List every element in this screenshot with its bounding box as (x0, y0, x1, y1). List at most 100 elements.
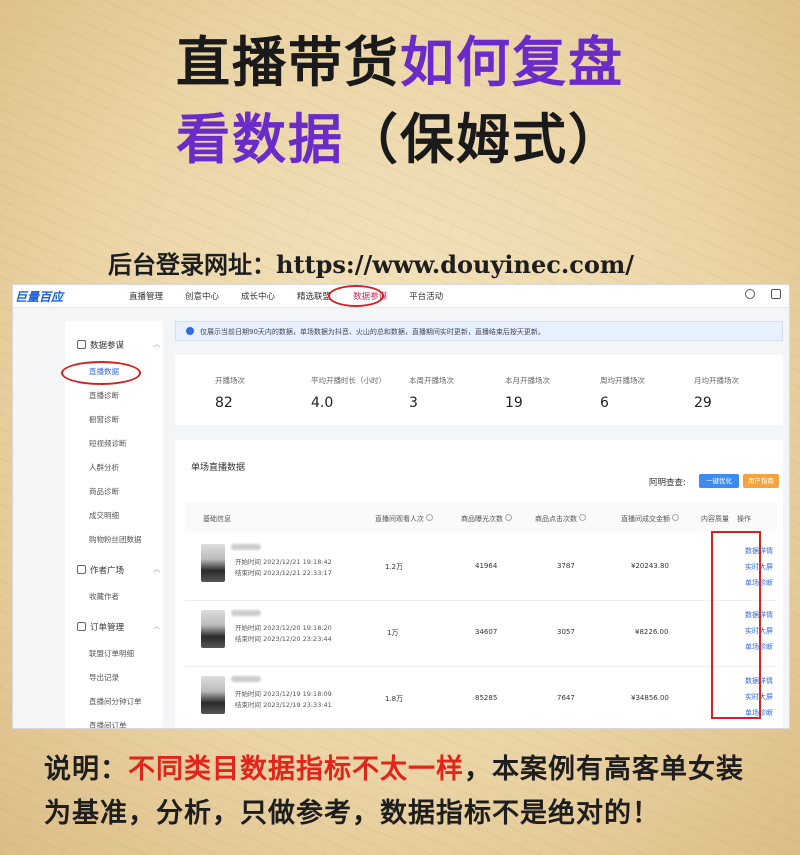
blurred-title (231, 676, 261, 682)
notice-text: 仅展示当前日期90天内的数据，单场数据为抖音、火山的总和数据，直播期间实时更新，… (200, 328, 545, 336)
top-icons (745, 289, 781, 299)
stat-label: 周均开播场次 (600, 376, 645, 385)
app-logo: 巨量百应 (15, 290, 64, 304)
stat-card: 平均开播时长（小时） 4.0 (311, 375, 411, 411)
sidebar-item[interactable]: 收藏作者 (89, 591, 119, 602)
nav-item[interactable]: 平台活动 (409, 290, 443, 302)
guide-button[interactable]: 用户指南 (743, 474, 779, 488)
nav-item[interactable]: 精选联盟 (297, 290, 331, 302)
column-header-label: 商品曝光次数 (461, 515, 503, 523)
stat-card: 本月开播场次 19 (505, 375, 605, 411)
column-header: 直播间成交金额 (621, 514, 679, 524)
views-value: 1万 (387, 629, 399, 637)
views-value: 1.8万 (385, 695, 404, 703)
highlight-ellipse (61, 361, 141, 385)
sidebar-group-label: 数据参谋 (90, 341, 125, 351)
nav-item[interactable]: 直播管理 (129, 290, 163, 302)
sidebar-item[interactable]: 导出记录 (89, 672, 119, 683)
optimize-button[interactable]: 一键优化 (699, 474, 739, 488)
stat-value: 29 (694, 395, 712, 411)
stat-value: 4.0 (311, 395, 334, 411)
sidebar-group-data[interactable]: 数据参谋 ︿ (77, 339, 160, 351)
live-thumbnail (201, 544, 225, 582)
start-time: 开始时间 2023/12/21 19:18:42 (235, 558, 332, 566)
sidebar-item[interactable]: 联盟订单明细 (89, 648, 134, 659)
exposure-value: 85285 (475, 694, 498, 702)
nav-item[interactable]: 成长中心 (241, 290, 275, 302)
clicks-value: 3057 (557, 628, 575, 636)
column-header-label: 直播间成交金额 (621, 515, 670, 523)
live-thumbnail (201, 610, 225, 648)
help-icon (505, 514, 512, 521)
gmv-value: ¥34856.00 (631, 694, 669, 702)
stat-value: 82 (215, 395, 233, 411)
sidebar-group-authors[interactable]: 作者广场 ︿ (77, 564, 160, 576)
stat-card: 周均开播场次 6 (600, 375, 700, 411)
views-value: 1.2万 (385, 563, 404, 571)
blurred-title (231, 610, 261, 616)
highlight-ellipse (328, 285, 384, 307)
clicks-value: 3787 (557, 562, 575, 570)
sidebar-item[interactable]: 橱窗诊断 (89, 414, 119, 425)
table-row: 开始时间 2023/12/19 19:18:09 结束时间 2023/12/19… (185, 666, 777, 728)
note-prefix: 说明： (44, 754, 128, 785)
end-time: 结束时间 2023/12/20 23:23:44 (235, 635, 332, 643)
chart-icon (77, 340, 86, 349)
stat-label: 本月开播场次 (505, 376, 550, 385)
clicks-value: 7647 (557, 694, 575, 702)
table-hint: 阿明查查: (649, 478, 686, 488)
note-highlight: 不同类目数据指标不太一样 (128, 754, 464, 785)
title-line-1: 直播带货如何复盘 (0, 18, 800, 97)
table-row: 开始时间 2023/12/21 19:18:42 结束时间 2023/12/21… (185, 534, 777, 601)
sidebar-item[interactable]: 人群分析 (89, 462, 119, 473)
column-header: 直播间观看人次 (375, 514, 433, 524)
stat-card: 本周开播场次 3 (409, 375, 509, 411)
stat-value: 6 (600, 395, 609, 411)
order-icon (77, 622, 86, 631)
message-icon[interactable] (771, 289, 781, 299)
live-thumbnail (201, 676, 225, 714)
sidebar-item[interactable]: 短视频诊断 (89, 438, 127, 449)
column-header: 商品曝光次数 (461, 514, 512, 524)
title-part: 直播带货 (176, 30, 400, 94)
sidebar-item[interactable]: 成交明细 (89, 510, 119, 521)
title-part: （保姆式） (344, 107, 624, 171)
top-nav-bar: 巨量百应 直播管理 创意中心 成长中心 精选联盟 数据参谋 平台活动 (13, 285, 789, 308)
stat-label: 开播场次 (215, 376, 245, 385)
sidebar-item[interactable]: 直播间分钟订单 (89, 696, 142, 707)
stat-label: 平均开播时长（小时） (311, 376, 386, 385)
column-header-label: 直播间观看人次 (375, 515, 424, 523)
sidebar-group-label: 作者广场 (90, 566, 125, 576)
blurred-title (231, 544, 261, 550)
end-time: 结束时间 2023/12/21 22:33:17 (235, 569, 332, 577)
sidebar-item[interactable]: 商品诊断 (89, 486, 119, 497)
top-nav: 直播管理 创意中心 成长中心 精选联盟 数据参谋 平台活动 (129, 290, 465, 302)
table-title: 单场直播数据 (191, 463, 246, 473)
stat-value: 3 (409, 395, 418, 411)
column-header: 基础信息 (203, 515, 231, 523)
home-icon (77, 565, 86, 574)
help-icon (672, 514, 679, 521)
exposure-value: 34607 (475, 628, 498, 636)
sidebar-item[interactable]: 购物粉丝团数据 (89, 534, 142, 545)
exposure-value: 41964 (475, 562, 498, 570)
sidebar-item[interactable]: 直播间订单 (89, 720, 127, 728)
end-time: 结束时间 2023/12/19 23:33:41 (235, 701, 332, 709)
sidebar-group-orders[interactable]: 订单管理 ︿ (77, 621, 160, 633)
table-row: 开始时间 2023/12/20 19:18:20 结束时间 2023/12/20… (185, 600, 777, 667)
chevron-up-icon: ︿ (153, 565, 160, 573)
stat-card: 月均开播场次 29 (694, 375, 789, 411)
gmv-value: ¥8226.00 (635, 628, 669, 636)
chevron-up-icon: ︿ (153, 340, 160, 348)
explanation-note: 说明：不同类目数据指标不太一样，本案例有高客单女装为基准，分析，只做参考，数据指… (44, 748, 764, 836)
settings-icon[interactable] (745, 289, 755, 299)
stat-value: 19 (505, 395, 523, 411)
nav-item[interactable]: 创意中心 (185, 290, 219, 302)
stats-panel: 开播场次 82 平均开播时长（小时） 4.0 本周开播场次 3 本月开播场次 19 周均… (175, 355, 783, 425)
sidebar-item[interactable]: 直播诊断 (89, 390, 119, 401)
live-data-table-panel: 单场直播数据 阿明查查: 一键优化 用户指南 基础信息 直播间观看人次 商品曝光… (175, 440, 783, 728)
help-icon (426, 514, 433, 521)
help-icon (579, 514, 586, 521)
notice-bar: 仅展示当前日期90天内的数据，单场数据为抖音、火山的总和数据，直播期间实时更新，… (175, 321, 783, 341)
column-header: 内容质量 (701, 515, 729, 523)
